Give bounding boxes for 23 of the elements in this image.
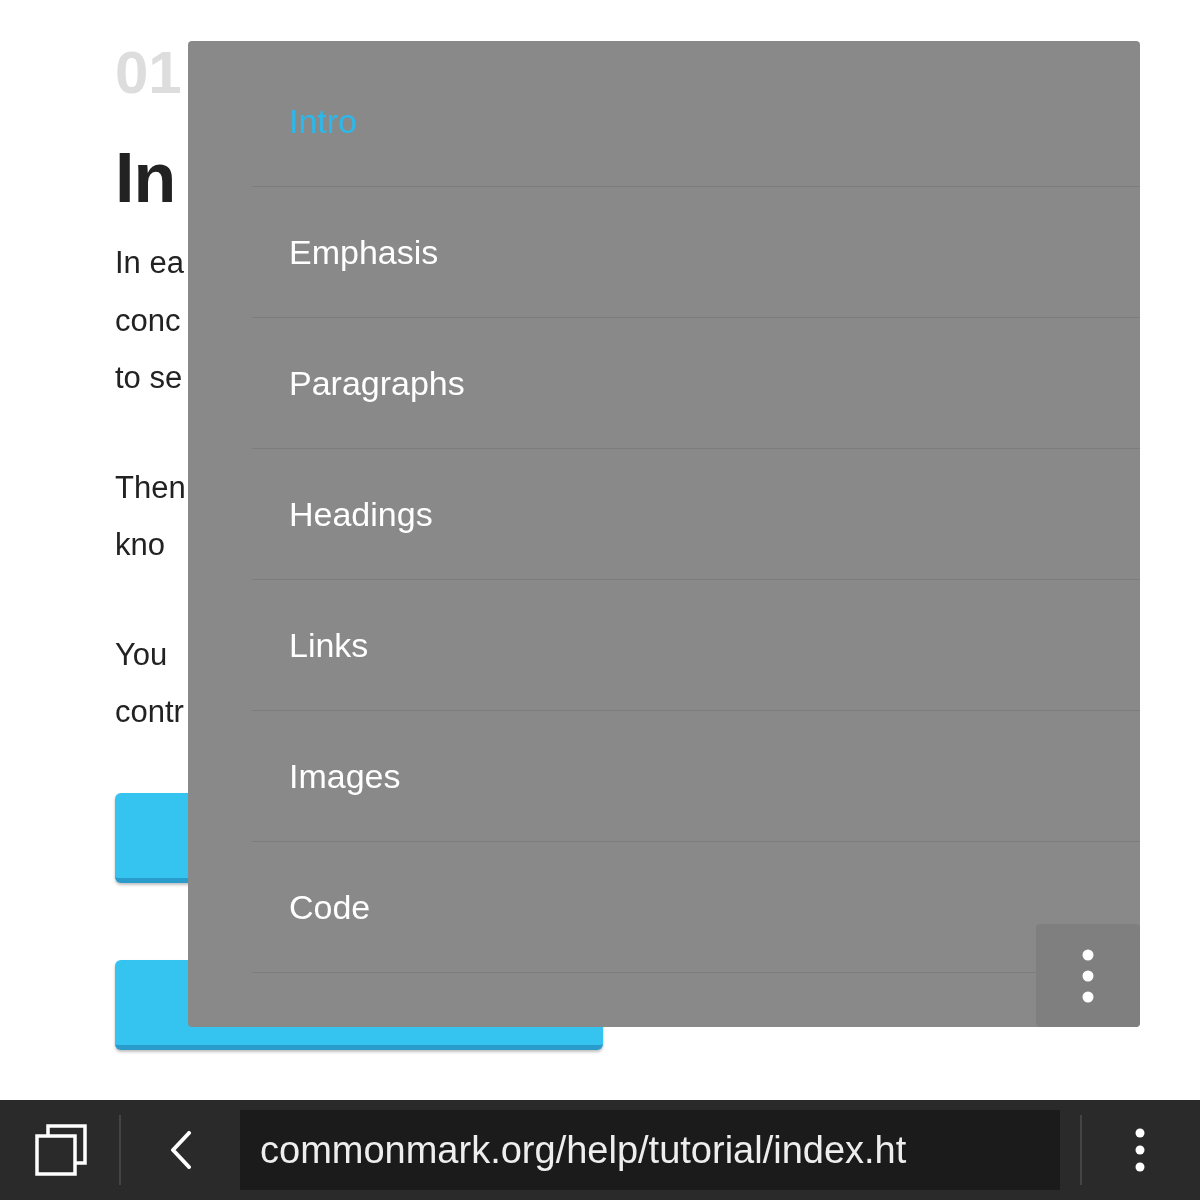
menu-item[interactable]: Images bbox=[188, 711, 1140, 841]
tabs-icon bbox=[34, 1123, 88, 1177]
more-vertical-icon bbox=[1135, 1128, 1145, 1172]
menu-item[interactable]: Headings bbox=[188, 449, 1140, 579]
menu-item[interactable]: Paragraphs bbox=[188, 318, 1140, 448]
url-field[interactable]: commonmark.org/help/tutorial/index.ht bbox=[240, 1110, 1060, 1190]
menu-item[interactable]: Links bbox=[188, 580, 1140, 710]
paragraph-line: contr bbox=[115, 693, 184, 731]
paragraph-line: Then bbox=[115, 468, 186, 507]
more-options-button[interactable] bbox=[1036, 924, 1140, 1027]
chevron-left-icon bbox=[170, 1131, 192, 1169]
paragraph-line: kno bbox=[115, 526, 165, 564]
paragraph-line: You bbox=[115, 635, 168, 674]
page-heading: In bbox=[115, 142, 176, 214]
menu-item[interactable]: Code bbox=[188, 842, 1140, 972]
more-vertical-icon bbox=[1082, 948, 1094, 1003]
paragraph-line: conc bbox=[115, 301, 181, 340]
paragraph-line: In ea bbox=[115, 244, 184, 282]
url-text: commonmark.org/help/tutorial/index.ht bbox=[260, 1127, 907, 1173]
back-button[interactable] bbox=[168, 1130, 194, 1170]
paragraph-line: to se bbox=[115, 359, 183, 397]
tabs-button[interactable] bbox=[34, 1123, 88, 1177]
menu-item[interactable]: Emphasis bbox=[188, 187, 1140, 317]
